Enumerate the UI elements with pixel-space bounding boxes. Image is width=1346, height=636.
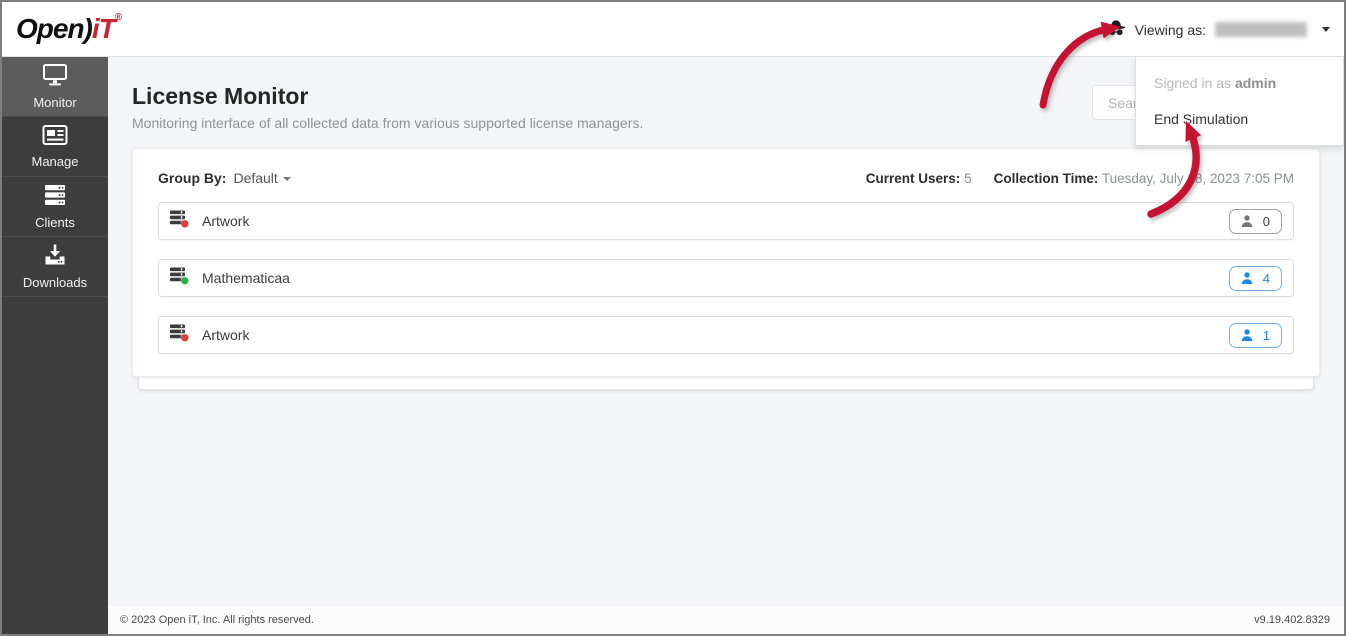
sidebar-item-downloads[interactable]: Downloads: [2, 237, 108, 297]
sidebar-item-label: Monitor: [33, 95, 76, 110]
license-monitor-panel: Group By: Default Current Users: 5 Colle…: [132, 148, 1320, 377]
sidebar-item-clients[interactable]: Clients: [2, 177, 108, 237]
license-server-icon: [170, 324, 189, 347]
license-name: Mathematicaa: [202, 270, 290, 286]
user-count-badge[interactable]: 0: [1229, 209, 1282, 234]
user-icon: [1240, 271, 1254, 285]
clients-icon: [42, 183, 68, 210]
user-count-badge[interactable]: 4: [1229, 266, 1282, 291]
version-text: v9.19.402.8329: [1254, 614, 1330, 626]
status-dot: [181, 334, 188, 341]
license-row[interactable]: Mathematicaa 4: [158, 259, 1294, 297]
license-name: Artwork: [202, 327, 249, 343]
user-count: 1: [1263, 328, 1270, 343]
license-name: Artwork: [202, 213, 249, 229]
license-server-icon: [170, 210, 189, 233]
incognito-icon: [1106, 18, 1126, 42]
copyright-text: © 2023 Open iT, Inc. All rights reserved…: [120, 614, 314, 626]
sidebar-item-label: Manage: [32, 154, 79, 169]
viewed-user-redacted: [1215, 22, 1307, 37]
openit-logo: Open)iT®: [16, 12, 122, 45]
panel-stats: Current Users: 5 Collection Time: Tuesda…: [866, 171, 1294, 186]
stacked-card-edge: [138, 376, 1314, 390]
sidebar-item-label: Clients: [35, 215, 75, 230]
row-left: Artwork: [170, 324, 249, 347]
status-dot: [181, 220, 188, 227]
license-server-icon: [170, 267, 189, 290]
panel-header: Group By: Default Current Users: 5 Colle…: [133, 149, 1319, 202]
sidebar-nav: Monitor Manage Clients Downloads: [2, 57, 108, 634]
logo-text-open: Open): [16, 13, 92, 44]
group-by-value: Default: [233, 170, 277, 186]
row-left: Mathematicaa: [170, 267, 290, 290]
sidebar-item-monitor[interactable]: Monitor: [2, 57, 108, 117]
page-title: License Monitor: [132, 83, 308, 110]
user-count-badge[interactable]: 1: [1229, 323, 1282, 348]
current-users-value: 5: [964, 171, 972, 186]
license-row[interactable]: Artwork 0: [158, 202, 1294, 240]
sidebar-item-manage[interactable]: Manage: [2, 117, 108, 177]
viewing-as-control[interactable]: Viewing as:: [1106, 2, 1330, 57]
viewing-as-label: Viewing as:: [1135, 22, 1206, 38]
status-dot: [181, 277, 188, 284]
chevron-down-icon[interactable]: [1322, 27, 1330, 32]
license-row[interactable]: Artwork 1: [158, 316, 1294, 354]
current-users-label: Current Users:: [866, 171, 961, 186]
current-users-stat: Current Users: 5: [866, 171, 972, 186]
downloads-icon: [43, 243, 67, 270]
collection-time-label: Collection Time:: [994, 171, 1099, 186]
footer: © 2023 Open iT, Inc. All rights reserved…: [108, 606, 1344, 634]
group-by-label: Group By:: [158, 170, 226, 186]
manage-icon: [42, 124, 68, 149]
group-by-dropdown[interactable]: Group By: Default: [158, 170, 291, 186]
signed-in-user: admin: [1235, 75, 1276, 91]
signed-in-as-text: Signed in as admin: [1136, 71, 1343, 103]
signed-in-prefix: Signed in as: [1154, 75, 1235, 91]
app-window: Open)iT® Viewing as: Signed in as admin …: [0, 0, 1346, 636]
collection-time-value: Tuesday, July 18, 2023 7:05 PM: [1102, 171, 1294, 186]
user-dropdown-menu: Signed in as admin End Simulation: [1135, 57, 1344, 146]
top-bar: Open)iT® Viewing as:: [2, 2, 1344, 57]
sidebar-item-label: Downloads: [23, 275, 87, 290]
monitor-icon: [42, 63, 68, 90]
collection-time-stat: Collection Time: Tuesday, July 18, 2023 …: [994, 171, 1294, 186]
user-icon: [1240, 328, 1254, 342]
user-count: 0: [1263, 214, 1270, 229]
user-icon: [1240, 214, 1254, 228]
end-simulation-menu-item[interactable]: End Simulation: [1136, 103, 1343, 137]
page-subtitle: Monitoring interface of all collected da…: [132, 115, 643, 131]
chevron-down-icon: [283, 177, 291, 181]
logo-text-it: iT: [92, 13, 115, 44]
registered-mark: ®: [115, 12, 122, 23]
row-left: Artwork: [170, 210, 249, 233]
user-count: 4: [1263, 271, 1270, 286]
